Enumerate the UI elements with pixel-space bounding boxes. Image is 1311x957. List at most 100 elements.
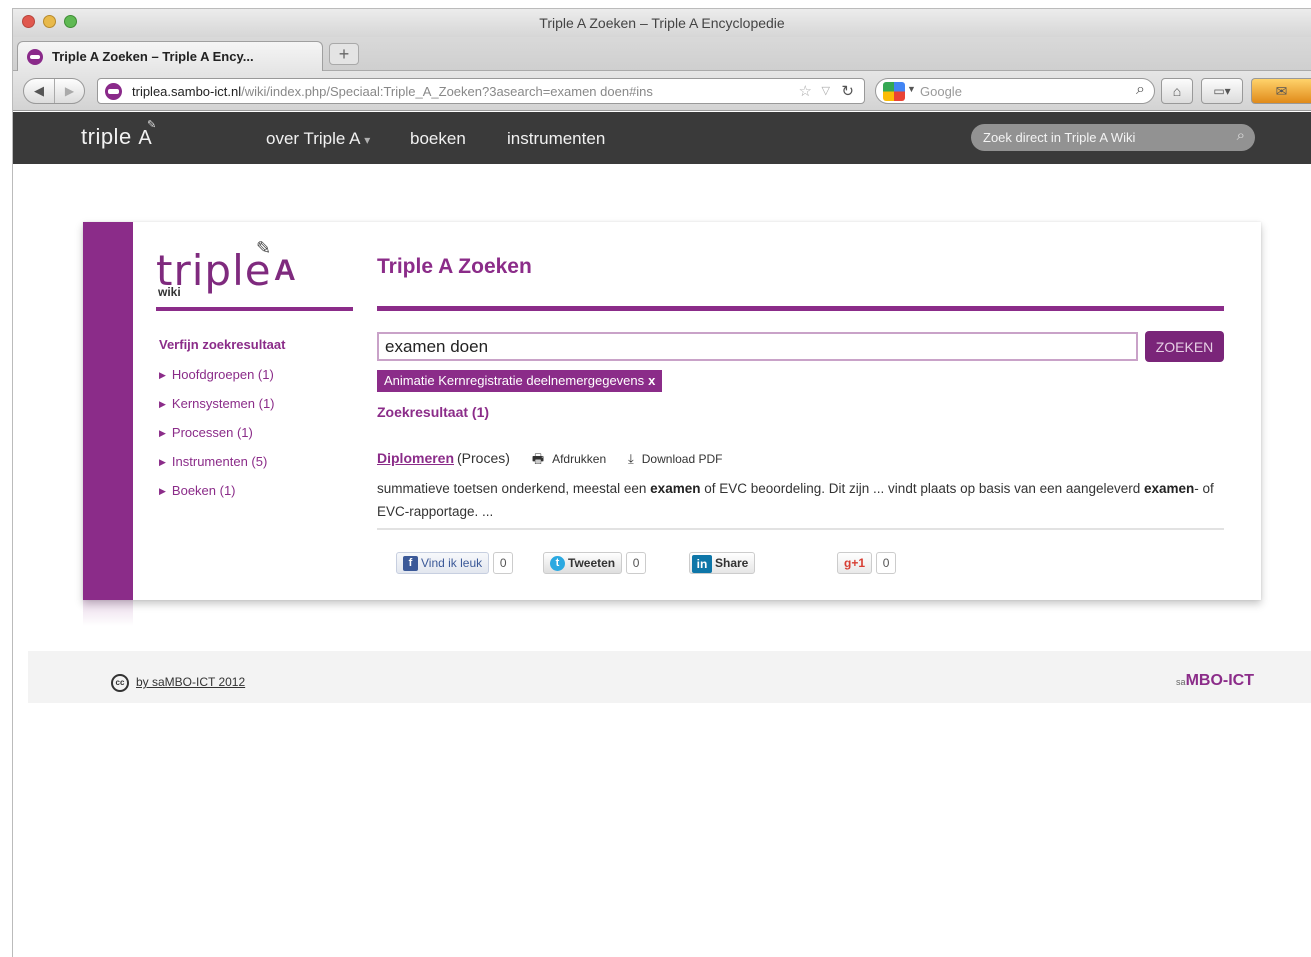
site-search-placeholder: Zoek direct in Triple A Wiki (983, 130, 1136, 145)
brand-name: MBO-ICT (1185, 672, 1254, 689)
print-button[interactable]: 🖶 Afdrukken (531, 451, 607, 466)
nav-over-triple-a[interactable]: over Triple A ▾ (266, 129, 370, 149)
wiki-logo-sub: wiki (158, 285, 181, 299)
google-plus-widget: g+1 0 (837, 552, 897, 576)
site-favicon-icon (27, 49, 43, 65)
triangle-right-icon: ▶ (159, 486, 166, 496)
browser-search-placeholder: Google (920, 84, 962, 99)
creative-commons-icon: cc (111, 674, 129, 692)
url-text[interactable]: triplea.sambo-ict.nl/wiki/index.php/Spec… (132, 84, 792, 99)
result-title-link[interactable]: Diplomeren (377, 450, 454, 466)
refine-item-hoofdgroepen[interactable]: ▶ Hoofdgroepen (1) (159, 367, 275, 396)
refine-item-label: Processen (1) (171, 425, 253, 440)
snippet-text: summatieve toetsen onderkend, meestal ee… (377, 481, 651, 496)
url-path: /wiki/index.php/Speciaal:Triple_A_Zoeken… (241, 84, 653, 99)
nav-instrumenten[interactable]: instrumenten (507, 129, 605, 149)
share-label: Share (715, 556, 749, 570)
footer-copyright-link[interactable]: by saMBO-ICT 2012 (136, 675, 245, 689)
gplus-label: +1 (851, 556, 866, 570)
nav-over-label: over Triple A (266, 129, 360, 148)
refine-item-label: Hoofdgroepen (1) (171, 367, 274, 382)
print-label: Afdrukken (552, 452, 607, 466)
accent-bar (83, 222, 133, 600)
facebook-like-button[interactable]: f Vind ik leuk (396, 552, 490, 574)
browser-window: Triple A Zoeken – Triple A Encyclopedie … (12, 8, 1311, 957)
home-button[interactable]: ⌂ (1161, 78, 1193, 104)
wiki-logo[interactable]: triple ✎ A wiki (156, 238, 306, 300)
search-icon[interactable]: ⌕ (1136, 81, 1145, 99)
footer-brand-logo[interactable]: saMBO-ICT (1176, 672, 1254, 690)
address-bar[interactable]: triplea.sambo-ict.nl/wiki/index.php/Spec… (97, 78, 865, 104)
bookmark-star-icon[interactable]: ☆ (799, 82, 812, 100)
download-pdf-button[interactable]: ⤓ Download PDF (628, 451, 723, 466)
refine-item-processen[interactable]: ▶ Processen (1) (159, 425, 275, 454)
url-history-dropdown-icon[interactable]: ▽ (822, 84, 830, 97)
facebook-icon: f (403, 556, 418, 571)
refine-item-label: Boeken (1) (171, 483, 236, 498)
chevron-down-icon: ▾ (364, 133, 371, 147)
like-label: Vind ik leuk (421, 556, 483, 570)
active-filter-tag[interactable]: Animatie Kernregistratie deelnemergegeve… (377, 370, 663, 392)
url-domain: triplea.sambo-ict.nl (132, 84, 242, 99)
snippet-highlight: examen (1144, 481, 1195, 496)
refine-item-boeken[interactable]: ▶ Boeken (1) (159, 483, 275, 512)
nav-boeken[interactable]: boeken (410, 129, 466, 149)
tweet-button[interactable]: t Tweeten (543, 552, 623, 574)
back-icon: ◀ (34, 83, 44, 98)
title-divider (377, 306, 1224, 311)
linkedin-widget: in Share (689, 552, 756, 576)
refine-item-kernsystemen[interactable]: ▶ Kernsystemen (1) (159, 396, 275, 425)
title-bar: Triple A Zoeken – Triple A Encyclopedie (13, 9, 1311, 37)
printer-icon: 🖶 (531, 451, 545, 466)
download-icon: ⤓ (628, 451, 634, 466)
triangle-right-icon: ▶ (159, 399, 166, 409)
site-header: triple A ✎ over Triple A ▾ boeken instrum… (13, 112, 1311, 164)
search-button[interactable]: ZOEKEN (1145, 331, 1224, 362)
new-tab-button[interactable]: + (329, 43, 359, 65)
refine-item-label: Instrumenten (5) (171, 454, 268, 469)
search-icon[interactable]: ⌕ (1237, 127, 1245, 144)
twitter-icon: t (550, 556, 565, 571)
footer: cc by saMBO-ICT 2012 saMBO-ICT (28, 651, 1311, 703)
tab-triple-a-zoeken[interactable]: Triple A Zoeken – Triple A Ency... (17, 41, 323, 71)
back-forward-group: ◀ ▶ (23, 78, 85, 104)
google-plus-button[interactable]: g+1 (837, 552, 873, 574)
forward-button[interactable]: ▶ (55, 79, 84, 103)
refine-item-instrumenten[interactable]: ▶ Instrumenten (5) (159, 454, 275, 483)
query-input[interactable] (377, 332, 1138, 361)
refine-title: Verfijn zoekresultaat (159, 337, 286, 352)
wiki-logo-a: A (274, 254, 296, 287)
linkedin-icon: in (692, 555, 712, 573)
browser-search-bar[interactable]: ▼ Google ⌕ (875, 78, 1155, 104)
navigation-toolbar: ◀ ▶ triplea.sambo-ict.nl/wiki/index.php/… (13, 71, 1311, 111)
brand-prefix: sa (1176, 677, 1186, 687)
remove-filter-button[interactable]: x (648, 373, 655, 388)
sidebar-divider (156, 307, 353, 311)
results-count: Zoekresultaat (1) (377, 404, 490, 420)
site-search-input[interactable]: Zoek direct in Triple A Wiki ⌕ (971, 124, 1255, 151)
refine-item-label: Kernsystemen (1) (171, 396, 275, 411)
back-button[interactable]: ◀ (24, 79, 55, 103)
logo-mark-icon: ✎ (256, 238, 272, 258)
google-engine-icon[interactable] (883, 82, 905, 101)
site-logo-text: triple (81, 124, 132, 149)
tweet-widget: t Tweeten 0 (543, 552, 647, 576)
logo-mark-icon: ✎ (147, 119, 157, 131)
tweet-count: 0 (626, 552, 647, 574)
triangle-right-icon: ▶ (159, 370, 166, 380)
result-type: (Proces) (457, 450, 510, 466)
engine-dropdown-icon[interactable]: ▼ (907, 84, 916, 94)
addon-button[interactable]: ✉ (1251, 78, 1311, 104)
linkedin-share-button[interactable]: in Share (689, 552, 756, 574)
result-snippet: summatieve toetsen onderkend, meestal ee… (377, 477, 1224, 523)
addon-icon: ✉ (1275, 83, 1288, 99)
site-logo[interactable]: triple A ✎ (81, 119, 156, 150)
forward-icon: ▶ (64, 84, 75, 98)
triangle-right-icon: ▶ (159, 457, 166, 467)
view-button[interactable]: ▭▾ (1201, 78, 1243, 104)
home-icon: ⌂ (1172, 83, 1182, 99)
result-divider (377, 528, 1224, 530)
reload-icon[interactable]: ↻ (841, 82, 854, 100)
download-pdf-label: Download PDF (641, 452, 723, 466)
tab-label: Triple A Zoeken – Triple A Ency... (52, 49, 254, 64)
